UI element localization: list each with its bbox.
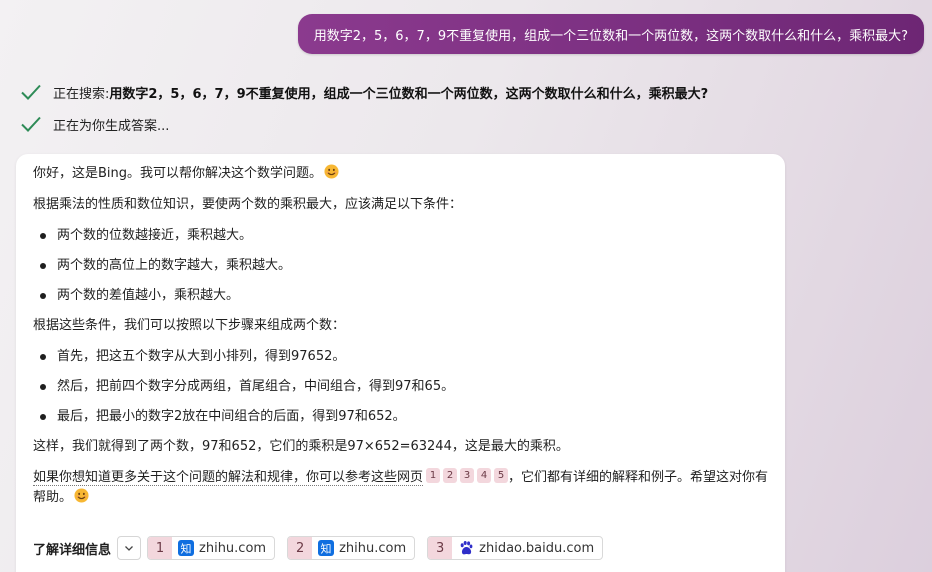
citation-2[interactable]: 2: [443, 468, 458, 483]
source-chip-3[interactable]: 3 zhidao.baidu.com: [427, 536, 604, 560]
list-item: 两个数的位数越接近，乘积越大。: [33, 226, 769, 246]
citation-4[interactable]: 4: [477, 468, 492, 483]
chevron-down-icon: [125, 546, 133, 551]
citation-3[interactable]: 3: [460, 468, 475, 483]
refer-text: 如果你想知道更多关于这个问题的解法和规律，你可以参考这些网页: [33, 470, 424, 486]
answer-intro: 根据乘法的性质和数位知识，要使两个数的乘积最大，应该满足以下条件：: [33, 197, 463, 212]
smiley-emoji-icon: [74, 488, 89, 503]
list-item: 首先，把这五个数字从大到小排列，得到97652。: [33, 347, 769, 367]
answer-greeting-text: 你好，这是Bing。我可以帮你解决这个数学问题。: [33, 166, 323, 181]
source-number: 1: [148, 537, 173, 559]
source-number: 3: [428, 537, 453, 559]
source-domain: zhidao.baidu.com: [479, 540, 595, 556]
citation-1[interactable]: 1: [426, 468, 441, 483]
checkmark-icon: [21, 84, 41, 100]
user-message-bubble: 用数字2，5，6，7，9不重复使用，组成一个三位数和一个两位数，这两个数取什么和…: [297, 14, 924, 54]
source-chip-2[interactable]: 2 知 zhihu.com: [287, 536, 416, 560]
steps-intro: 根据这些条件，我们可以按照以下步骤来组成两个数：: [33, 318, 346, 333]
status-searching-query: 用数字2，5，6，7，9不重复使用，组成一个三位数和一个两位数，这两个数取什么和…: [109, 86, 709, 102]
smiley-emoji-icon: [324, 164, 339, 179]
status-searching-label: 正在搜索:: [53, 86, 110, 102]
status-searching: 正在搜索: 用数字2，5，6，7，9不重复使用，组成一个三位数和一个两位数，这两…: [20, 81, 708, 103]
answer-references: 如果你想知道更多关于这个问题的解法和规律，你可以参考这些网页 1 2 3 4 5 ，它们都有…: [33, 468, 769, 508]
list-item: 两个数的差值越小，乘积越大。: [33, 286, 769, 306]
list-item: 两个数的高位上的数字越大，乘积越大。: [33, 256, 769, 276]
citation-5[interactable]: 5: [494, 468, 509, 483]
answer-card: 你好，这是Bing。我可以帮你解决这个数学问题。 根据乘法的性质和数位知识，要使…: [16, 154, 785, 572]
svg-text:知: 知: [181, 541, 192, 555]
list-item: 最后，把最小的数字2放在中间组合的后面，得到97和652。: [33, 407, 769, 427]
svg-text:知: 知: [321, 541, 332, 555]
list-item: 然后，把前四个数字分成两组，首尾组合，中间组合，得到97和65。: [33, 377, 769, 397]
user-message-text: 用数字2，5，6，7，9不重复使用，组成一个三位数和一个两位数，这两个数取什么和…: [313, 28, 908, 44]
checkmark-icon: [21, 116, 41, 132]
source-chip-1[interactable]: 1 知 zhihu.com: [147, 536, 276, 560]
status-generating-label: 正在为你生成答案...: [53, 118, 170, 134]
source-domain: zhihu.com: [339, 540, 407, 556]
answer-conclusion: 这样，我们就得到了两个数，97和652，它们的乘积是97×652=63244，这…: [33, 439, 569, 454]
conditions-list: 两个数的位数越接近，乘积越大。 两个数的高位上的数字越大，乘积越大。 两个数的差…: [33, 226, 769, 306]
learn-more-row: 了解详细信息 1 知 zhihu.com 2 知 zhihu.com 3 zhi…: [33, 535, 615, 561]
zhihu-icon: 知: [318, 540, 335, 556]
learn-more-dropdown-button[interactable]: [117, 536, 142, 560]
baidu-paw-icon: [458, 540, 474, 556]
source-number: 2: [288, 537, 313, 559]
answer-greeting: 你好，这是Bing。我可以帮你解决这个数学问题。: [33, 164, 769, 184]
learn-more-label: 了解详细信息: [33, 542, 112, 558]
source-domain: zhihu.com: [199, 540, 267, 556]
zhihu-icon: 知: [178, 540, 195, 556]
status-generating: 正在为你生成答案...: [20, 113, 169, 135]
steps-list: 首先，把这五个数字从大到小排列，得到97652。 然后，把前四个数字分成两组，首…: [33, 347, 769, 427]
